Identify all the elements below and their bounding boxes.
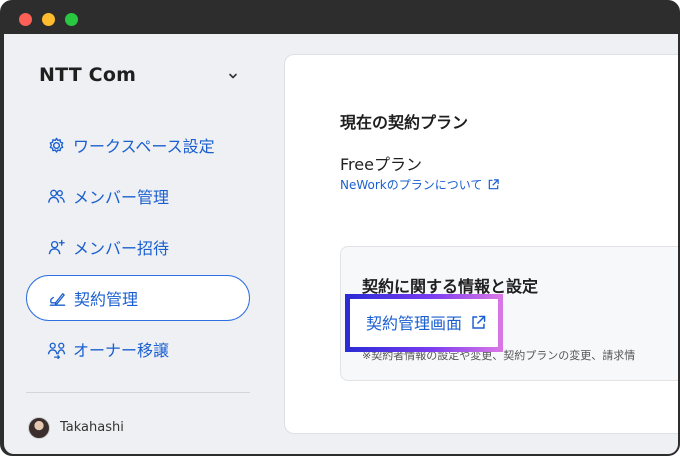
sidebar-item-label: メンバー招待 [73,239,170,258]
sidebar-item-member-invite[interactable]: メンバー招待 [26,224,250,270]
title-bar [2,2,678,34]
user-plus-icon [48,239,65,254]
current-plan-name: Freeプラン [340,155,422,174]
chevron-down-icon[interactable] [226,69,240,83]
sidebar-divider [26,392,250,393]
sidebar-item-contract-management[interactable]: 契約管理 [26,275,250,321]
minimize-window-button[interactable] [42,13,55,26]
sidebar-item-label: 契約管理 [74,290,139,309]
contract-management-link-label: 契約管理画面 [366,314,463,333]
contract-icon [49,292,66,306]
sidebar-item-label: オーナー移譲 [73,341,170,360]
workspace-name[interactable]: NTT Com [39,64,136,86]
app-window: NTT Com ワークスペース設定 メンバー管理 メンバー招待 契約管理 オーナ… [0,0,680,456]
user-name[interactable]: Takahashi [60,420,124,435]
sidebar-item-owner-transfer[interactable]: オーナー移譲 [26,326,250,372]
sidebar-item-label: メンバー管理 [73,188,170,207]
sidebar: NTT Com ワークスペース設定 メンバー管理 メンバー招待 契約管理 オーナ… [4,34,270,454]
transfer-owner-icon [47,342,66,359]
gear-icon [49,137,64,153]
avatar[interactable] [28,417,50,439]
contract-management-link[interactable]: 契約管理画面 [366,310,487,334]
contract-card: 現在の契約プラン Freeプラン NeWorkのプランについて 契約に関する情報… [284,54,678,434]
external-link-icon [472,315,486,329]
sidebar-item-member-management[interactable]: メンバー管理 [26,173,250,219]
plan-info-link-label: NeWorkのプランについて [340,178,483,192]
external-link-icon [489,179,500,190]
plan-info-link[interactable]: NeWorkのプランについて [340,176,500,193]
current-plan-heading: 現在の契約プラン [340,113,469,132]
zoom-window-button[interactable] [65,13,78,26]
sidebar-item-workspace-settings[interactable]: ワークスペース設定 [26,122,250,168]
contract-info-section: 契約に関する情報と設定 ※契約者情報の設定や変更、契約プランの変更、請求情 契約… [340,246,678,381]
close-window-button[interactable] [19,13,32,26]
users-icon [48,189,65,203]
sidebar-item-label: ワークスペース設定 [73,137,215,156]
app-content: NTT Com ワークスペース設定 メンバー管理 メンバー招待 契約管理 オーナ… [4,34,678,454]
contract-link-highlight: 契約管理画面 [345,294,503,352]
